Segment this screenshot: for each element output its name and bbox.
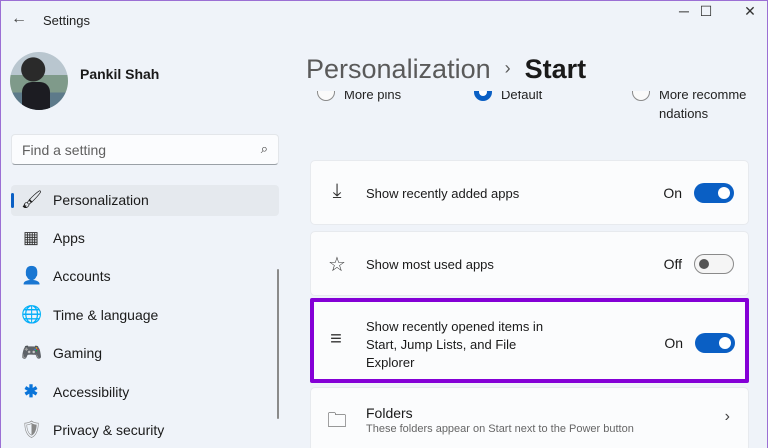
setting-recently-opened-items: ≡ Show recently opened items in Start, J… <box>310 298 749 383</box>
sidebar-item-personalization[interactable]: 🖌 Personalization <box>11 185 279 216</box>
sidebar-item-label: Time & language <box>53 307 159 323</box>
setting-most-used-apps: ☆ Show most used apps Off <box>310 231 749 296</box>
breadcrumb: Personalization › Start <box>306 54 586 85</box>
setting-label: Show recently opened items in Start, Jum… <box>366 319 544 370</box>
radio-default[interactable] <box>474 91 492 101</box>
sidebar-item-time-language[interactable]: 🌐 Time & language <box>11 300 279 331</box>
sidebar-item-label: Apps <box>53 230 85 246</box>
search-placeholder: Find a setting <box>22 142 107 158</box>
sidebar-item-label: Accessibility <box>53 384 130 400</box>
breadcrumb-separator: › <box>504 58 511 78</box>
close-button[interactable]: ✕ <box>727 3 767 20</box>
avatar[interactable] <box>10 52 68 110</box>
star-icon: ☆ <box>328 254 346 276</box>
brush-icon: 🖌 <box>21 190 43 209</box>
breadcrumb-parent[interactable]: Personalization <box>306 54 491 84</box>
radio-more-recommendations[interactable] <box>632 91 650 101</box>
setting-label: Show most used apps <box>366 257 494 272</box>
globe-clock-icon: 🌐 <box>21 305 43 324</box>
radio-label: More pins <box>344 91 402 102</box>
sidebar-item-label: Privacy & security <box>53 422 165 438</box>
toggle-state: Off <box>663 256 682 272</box>
radio-more-pins[interactable] <box>317 91 335 101</box>
layout-options: More pins Default More recommendations <box>306 91 756 146</box>
selected-indicator <box>11 193 14 208</box>
search-icon[interactable]: ⌕ <box>261 141 268 157</box>
window-title: Settings <box>43 13 90 28</box>
sidebar-scrollbar[interactable] <box>277 269 279 419</box>
chevron-right-icon: › <box>724 408 730 425</box>
radio-label: Default <box>501 91 543 102</box>
shield-icon: 🛡 <box>21 420 43 439</box>
back-arrow-icon[interactable]: ← <box>11 10 27 28</box>
toggle-switch[interactable] <box>695 333 735 353</box>
setting-label: Show recently added apps <box>366 186 520 201</box>
toggle-switch[interactable] <box>694 254 734 274</box>
sidebar-item-label: Gaming <box>53 345 103 361</box>
page-title: Start <box>524 54 587 84</box>
accessibility-icon: ✱ <box>23 382 39 401</box>
user-name: Pankil Shah <box>80 66 160 82</box>
setting-label: Folders <box>366 405 413 421</box>
sidebar-item-accounts[interactable]: 👤 Accounts <box>11 261 279 292</box>
gamepad-icon: 🎮 <box>21 343 43 362</box>
sidebar-item-privacy-security[interactable]: 🛡 Privacy & security <box>11 415 279 446</box>
radio-label: More recommendations <box>659 91 747 121</box>
setting-recently-added-apps: ⤓ Show recently added apps On <box>310 160 749 225</box>
apps-icon: ▦ <box>22 228 40 247</box>
search-input[interactable]: Find a setting ⌕ <box>11 134 279 165</box>
list-icon: ≡ <box>330 328 342 350</box>
settings-window: ← Settings ─ ☐ ✕ Pankil Shah Find a sett… <box>0 0 768 448</box>
sidebar-item-label: Accounts <box>53 268 111 284</box>
toggle-state: On <box>664 335 683 351</box>
folder-icon: 🗀 <box>327 410 347 432</box>
sidebar-item-accessibility[interactable]: ✱ Accessibility <box>11 377 279 408</box>
maximize-button[interactable]: ☐ <box>683 3 729 20</box>
toggle-state: On <box>663 185 682 201</box>
sidebar-item-apps[interactable]: ▦ Apps <box>11 223 279 254</box>
download-icon: ⤓ <box>332 180 342 202</box>
sidebar-item-gaming[interactable]: 🎮 Gaming <box>11 338 279 369</box>
toggle-switch[interactable] <box>694 183 734 203</box>
sidebar-item-label: Personalization <box>53 192 149 208</box>
person-icon: 👤 <box>21 266 43 285</box>
setting-description: These folders appear on Start next to th… <box>366 423 634 435</box>
setting-folders[interactable]: 🗀 Folders These folders appear on Start … <box>310 387 749 448</box>
